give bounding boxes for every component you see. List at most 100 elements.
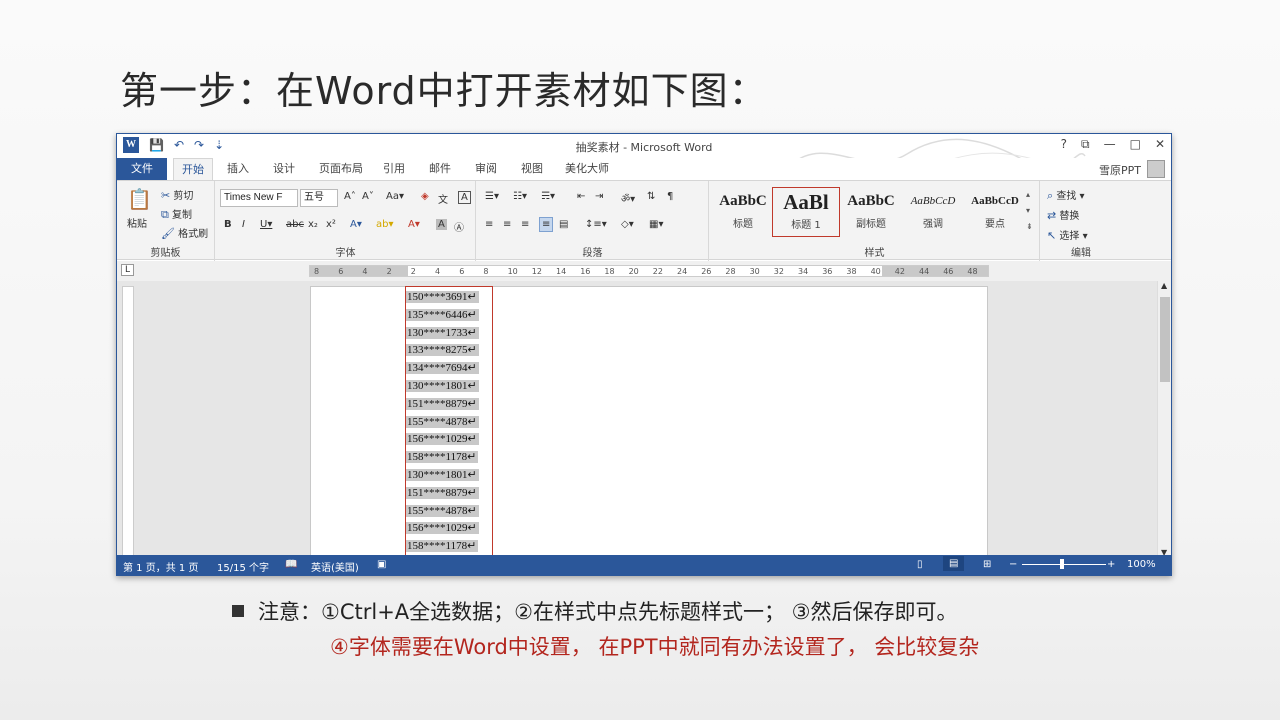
ruler-tick-label: 48 <box>967 267 978 276</box>
style-subtitle[interactable]: AaBbC 副标题 <box>840 187 902 237</box>
tab-design[interactable]: 设计 <box>265 158 303 180</box>
style-heading-1[interactable]: AaBl 标题 1 <box>772 187 840 237</box>
show-marks-icon[interactable]: ¶ <box>667 191 673 202</box>
multilevel-list-icon[interactable]: ☴▾ <box>541 191 555 202</box>
help-icon[interactable]: ? <box>1061 137 1067 152</box>
style-strong[interactable]: AaBbCcD 要点 <box>964 187 1026 237</box>
paste-button[interactable]: 粘贴 <box>127 215 147 230</box>
text-effects-icon[interactable]: A▾ <box>350 219 362 230</box>
bold-icon[interactable]: B <box>224 219 232 230</box>
bullets-icon[interactable]: ☰▾ <box>485 191 499 202</box>
format-painter-button[interactable]: 🖌 格式刷 <box>161 225 208 240</box>
horizontal-ruler[interactable]: 8 6 4 2 2 4 6 8 10 12 14 16 18 20 22 24 26 28 30 32 34 36 38 40… <box>309 265 989 277</box>
ruler-tick-label: 22 <box>652 267 663 276</box>
strikethrough-icon[interactable]: abc <box>286 219 304 230</box>
find-button[interactable]: ⌕ 查找 ▾ <box>1047 187 1085 203</box>
horizontal-ruler-row: L 8 6 4 2 2 4 6 8 10 12 14 16 18 20 22 24 26 28 30 32 34 36 38… <box>117 261 1171 281</box>
user-name[interactable]: 雪原PPT <box>1099 162 1141 178</box>
styles-scroll-icon[interactable]: ▴ ▾ ⇟ <box>1026 187 1033 235</box>
minimize-icon[interactable]: — <box>1104 137 1116 152</box>
distributed-icon[interactable]: ▤ <box>559 219 568 230</box>
ruler-tick-label: 8 <box>483 267 489 276</box>
word-count[interactable]: 15/15 个字 <box>217 559 269 574</box>
ribbon-display-icon[interactable]: ⧉ <box>1081 137 1090 152</box>
page-count[interactable]: 第 1 页，共 1 页 <box>123 559 198 574</box>
zoom-in-icon[interactable]: + <box>1107 559 1115 570</box>
ruler-tick-label: 38 <box>846 267 857 276</box>
font-size-select[interactable]: 五号 <box>300 189 338 207</box>
underline-icon[interactable]: U▾ <box>260 219 272 230</box>
subscript-icon[interactable]: x₂ <box>308 219 318 230</box>
ruler-tick-label: 6 <box>459 267 465 276</box>
select-button[interactable]: ↖ 选择 ▾ <box>1047 227 1088 242</box>
tab-mailings[interactable]: 邮件 <box>421 158 459 180</box>
sort-icon[interactable]: ⇅ <box>647 191 655 202</box>
change-case-icon[interactable]: Aa▾ <box>386 191 404 202</box>
italic-icon[interactable]: I <box>242 219 245 230</box>
tab-references[interactable]: 引用 <box>375 158 413 180</box>
tab-review[interactable]: 审阅 <box>467 158 505 180</box>
char-border-icon[interactable]: A <box>458 191 471 204</box>
zoom-slider-thumb[interactable] <box>1060 559 1064 569</box>
tab-page-layout[interactable]: 页面布局 <box>311 158 371 180</box>
cut-button[interactable]: ✂ 剪切 <box>161 187 193 202</box>
clear-format-icon[interactable]: ◈ <box>421 191 429 202</box>
ruler-tick-label: 20 <box>628 267 639 276</box>
group-editing: ⌕ 查找 ▾ ⇄ 替换 ↖ 选择 ▾ 编辑 <box>1041 181 1121 261</box>
font-name-select[interactable]: Times New F <box>220 189 298 207</box>
avatar[interactable] <box>1147 160 1165 178</box>
ruler-tick-label: 14 <box>556 267 567 276</box>
align-center-icon[interactable]: ≡ <box>503 219 511 230</box>
web-layout-icon[interactable]: ⊞ <box>983 559 991 570</box>
increase-indent-icon[interactable]: ⇥ <box>595 191 603 202</box>
borders-icon[interactable]: ▦▾ <box>649 219 663 230</box>
tab-beautify[interactable]: 美化大师 <box>557 158 617 180</box>
shrink-font-icon[interactable]: A˅ <box>362 191 374 202</box>
numbering-icon[interactable]: ☷▾ <box>513 191 527 202</box>
tab-view[interactable]: 视图 <box>513 158 551 180</box>
zoom-slider[interactable] <box>1022 564 1106 565</box>
justify-icon[interactable]: ≡ <box>539 217 554 232</box>
line-spacing-icon[interactable]: ↕≡▾ <box>585 219 607 230</box>
grow-font-icon[interactable]: A˄ <box>344 191 356 202</box>
selection-highlight-frame <box>405 286 493 558</box>
vertical-scrollbar[interactable]: ▲ ▼ <box>1157 281 1171 557</box>
note-line-1: 注意：①Ctrl+A全选数据；②在样式中点先标题样式一； ③然后保存即可。 <box>232 596 957 626</box>
tab-file[interactable]: 文件 <box>117 158 167 180</box>
superscript-icon[interactable]: x² <box>326 219 336 230</box>
decrease-indent-icon[interactable]: ⇤ <box>577 191 585 202</box>
proofing-icon[interactable]: 📖 <box>285 559 297 570</box>
style-emphasis[interactable]: AaBbCcD 强调 <box>902 187 964 237</box>
macro-icon[interactable]: ▣ <box>377 559 386 570</box>
ruler-tick-label: 10 <box>507 267 518 276</box>
print-layout-icon[interactable]: ▤ <box>943 556 965 571</box>
maximize-icon[interactable]: □ <box>1130 137 1141 152</box>
close-icon[interactable]: ✕ <box>1155 137 1165 152</box>
phonetic-icon[interactable]: 文 <box>438 191 448 206</box>
scroll-thumb[interactable] <box>1160 297 1170 382</box>
align-left-icon[interactable]: ≡ <box>485 219 493 230</box>
tab-selector-icon[interactable]: L <box>121 264 135 276</box>
shading-icon[interactable]: ◇▾ <box>621 219 634 230</box>
zoom-level[interactable]: 100% <box>1127 559 1156 570</box>
copy-button[interactable]: ⧉ 复制 <box>161 206 192 222</box>
replace-button[interactable]: ⇄ 替换 <box>1047 207 1079 222</box>
language[interactable]: 英语(美国) <box>311 559 359 574</box>
paste-icon[interactable]: 📋 <box>127 187 152 211</box>
highlight-icon[interactable]: ab▾ <box>376 219 394 230</box>
scroll-up-icon[interactable]: ▲ <box>1161 281 1167 290</box>
enclose-char-icon[interactable]: Ⓐ <box>454 219 464 234</box>
tab-home[interactable]: 开始 <box>173 158 213 180</box>
ribbon-tabs: 文件 开始 插入 设计 页面布局 引用 邮件 审阅 视图 美化大师 雪原PPT <box>117 158 1171 180</box>
tab-insert[interactable]: 插入 <box>219 158 257 180</box>
align-right-icon[interactable]: ≡ <box>521 219 529 230</box>
style-title[interactable]: AaBbC 标题 <box>712 187 774 237</box>
vertical-ruler[interactable] <box>122 286 134 557</box>
ruler-tick-label: 36 <box>822 267 833 276</box>
font-color-icon[interactable]: A▾ <box>408 219 420 230</box>
char-shading-icon[interactable]: A <box>436 219 447 230</box>
chinese-layout-icon[interactable]: ॐ▾ <box>621 191 635 205</box>
document-area: 150****3691↵ 135****6446↵ 130****1733↵ 133*… <box>117 281 1157 557</box>
read-mode-icon[interactable]: ▯ <box>917 559 923 570</box>
zoom-out-icon[interactable]: − <box>1009 559 1017 570</box>
